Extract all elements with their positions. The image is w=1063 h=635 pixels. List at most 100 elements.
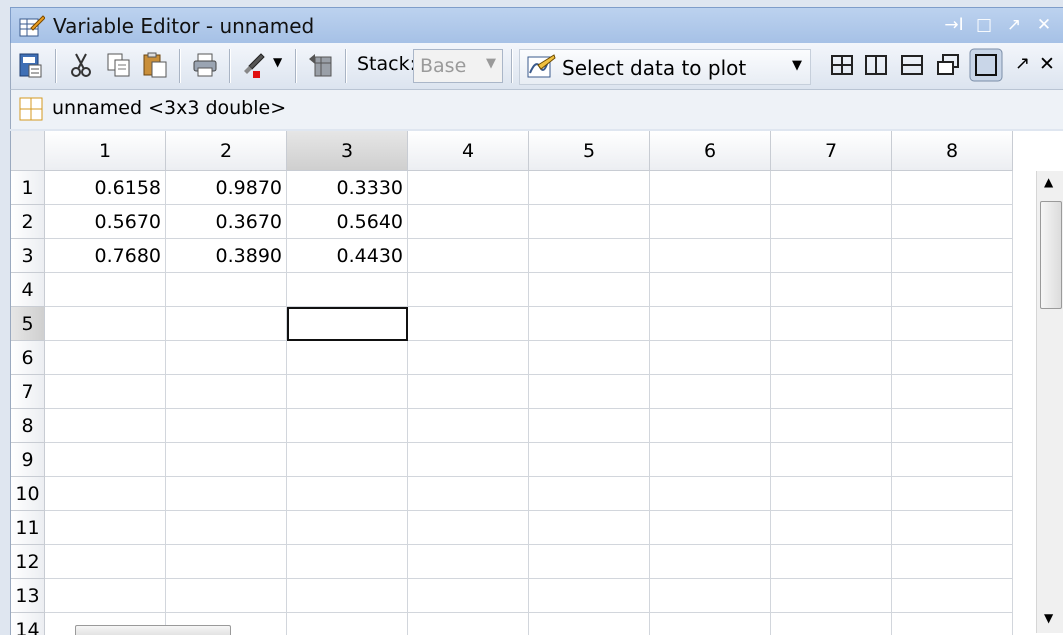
- grid-cell[interactable]: [287, 409, 408, 443]
- grid-cell[interactable]: 0.9870: [166, 171, 287, 205]
- grid-cell[interactable]: [650, 579, 771, 613]
- grid-cell[interactable]: [529, 375, 650, 409]
- grid-cell[interactable]: [287, 443, 408, 477]
- grid-cell[interactable]: [45, 477, 166, 511]
- grid-cell[interactable]: [408, 511, 529, 545]
- grid-cell[interactable]: [892, 443, 1013, 477]
- grid-cell[interactable]: [892, 341, 1013, 375]
- grid-cell[interactable]: [650, 205, 771, 239]
- grid-cell[interactable]: [892, 239, 1013, 273]
- grid-cell[interactable]: [529, 443, 650, 477]
- grid-cell[interactable]: [529, 171, 650, 205]
- grid-cell[interactable]: [892, 409, 1013, 443]
- grid-cell[interactable]: [287, 273, 408, 307]
- row-header[interactable]: 5: [11, 307, 45, 341]
- grid-cell[interactable]: [650, 545, 771, 579]
- grid-cell[interactable]: [771, 477, 892, 511]
- row-header[interactable]: 4: [11, 273, 45, 307]
- grid-cell[interactable]: [650, 341, 771, 375]
- grid-cell[interactable]: [166, 307, 287, 341]
- grid-cell[interactable]: [892, 171, 1013, 205]
- row-header[interactable]: 7: [11, 375, 45, 409]
- grid-cell[interactable]: 0.7680: [45, 239, 166, 273]
- maximize-button[interactable]: □: [971, 12, 997, 38]
- grid-cell[interactable]: [892, 545, 1013, 579]
- grid-cell[interactable]: [650, 443, 771, 477]
- grid-cell[interactable]: [408, 613, 529, 635]
- grid-cell[interactable]: [771, 443, 892, 477]
- grid-cell[interactable]: 0.3890: [166, 239, 287, 273]
- grid-cell[interactable]: [771, 205, 892, 239]
- row-header[interactable]: 2: [11, 205, 45, 239]
- grid-cell[interactable]: [771, 545, 892, 579]
- grid-cell[interactable]: [771, 307, 892, 341]
- grid-cell[interactable]: [529, 579, 650, 613]
- grid-cell[interactable]: 0.3330: [287, 171, 408, 205]
- brush-dropdown-arrow[interactable]: ▼: [273, 55, 282, 69]
- column-header[interactable]: 4: [408, 131, 529, 171]
- grid-cell[interactable]: [529, 239, 650, 273]
- grid-cell[interactable]: [287, 341, 408, 375]
- grid-cell[interactable]: [408, 273, 529, 307]
- grid-cell[interactable]: [771, 171, 892, 205]
- column-header[interactable]: 2: [166, 131, 287, 171]
- grid-cell[interactable]: [45, 409, 166, 443]
- grid-cell[interactable]: [45, 545, 166, 579]
- grid-cell[interactable]: [45, 511, 166, 545]
- grid-cell[interactable]: 0.3670: [166, 205, 287, 239]
- left-right-split-icon[interactable]: [863, 51, 889, 79]
- row-header[interactable]: 1: [11, 171, 45, 205]
- column-header[interactable]: 5: [529, 131, 650, 171]
- grid-cell[interactable]: [166, 477, 287, 511]
- float-windows-icon[interactable]: [935, 51, 961, 79]
- copy-icon[interactable]: [105, 51, 133, 79]
- grid-cell[interactable]: [650, 409, 771, 443]
- grid-cell[interactable]: [408, 341, 529, 375]
- grid-cell[interactable]: [650, 511, 771, 545]
- delete-variable-icon[interactable]: [307, 51, 335, 79]
- grid-cell[interactable]: [771, 273, 892, 307]
- active-cell[interactable]: [287, 307, 408, 341]
- grid-cell[interactable]: [529, 477, 650, 511]
- column-header[interactable]: 1: [45, 131, 166, 171]
- grid-cell[interactable]: [408, 239, 529, 273]
- grid-cell[interactable]: [771, 375, 892, 409]
- grid-cell[interactable]: 0.4430: [287, 239, 408, 273]
- grid-cell[interactable]: [408, 205, 529, 239]
- column-header[interactable]: 6: [650, 131, 771, 171]
- vertical-scrollbar[interactable]: ▲ ▼: [1036, 171, 1063, 633]
- grid-cell[interactable]: [771, 579, 892, 613]
- import-data-icon[interactable]: [17, 51, 45, 79]
- row-header[interactable]: 14: [11, 613, 45, 635]
- grid-cell[interactable]: [287, 375, 408, 409]
- grid-cell[interactable]: [45, 273, 166, 307]
- grid-cell[interactable]: [45, 307, 166, 341]
- grid-cell[interactable]: [529, 613, 650, 635]
- grid-cell[interactable]: [166, 341, 287, 375]
- grid-cell[interactable]: [408, 375, 529, 409]
- column-header[interactable]: 3: [287, 131, 408, 171]
- grid-cell[interactable]: [529, 273, 650, 307]
- grid-cell[interactable]: [166, 579, 287, 613]
- grid-cell[interactable]: [892, 579, 1013, 613]
- grid-cell[interactable]: [650, 273, 771, 307]
- undock-toolbar-button[interactable]: ↗: [1015, 53, 1030, 74]
- dock-button[interactable]: →I: [941, 12, 967, 38]
- grid-cell[interactable]: [892, 375, 1013, 409]
- grid-cell[interactable]: [892, 613, 1013, 635]
- grid-cell[interactable]: [650, 375, 771, 409]
- print-icon[interactable]: [191, 51, 219, 79]
- undock-button[interactable]: ↗: [1001, 12, 1027, 38]
- grid-cell[interactable]: [529, 205, 650, 239]
- grid-cell[interactable]: [650, 307, 771, 341]
- top-bottom-split-icon[interactable]: [899, 51, 925, 79]
- grid-cell[interactable]: [287, 477, 408, 511]
- grid-cell[interactable]: [892, 307, 1013, 341]
- grid-cell[interactable]: 0.6158: [45, 171, 166, 205]
- brush-icon[interactable]: [239, 51, 267, 79]
- grid-cell[interactable]: [892, 477, 1013, 511]
- grid-cell[interactable]: [166, 511, 287, 545]
- grid-cell[interactable]: [45, 443, 166, 477]
- vertical-scroll-thumb[interactable]: [1040, 201, 1062, 309]
- grid-cell[interactable]: [287, 613, 408, 635]
